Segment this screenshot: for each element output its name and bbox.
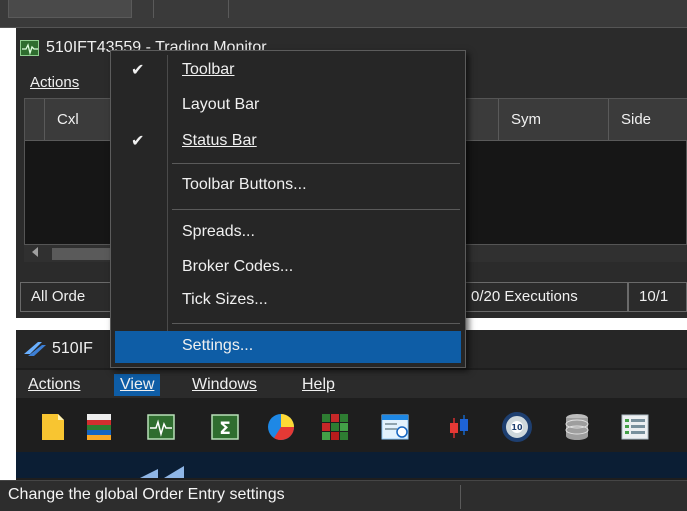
list-icon[interactable] <box>620 412 650 442</box>
menu-item-broker-codes[interactable]: Broker Codes... <box>115 252 461 284</box>
menu-actions-label: Actions <box>28 376 81 393</box>
order-entry-title: 510IF <box>52 340 93 357</box>
menu-item-toolbar[interactable]: ✔ Toolbar <box>115 55 461 87</box>
menu-windows[interactable]: Windows <box>186 374 263 396</box>
menu-help[interactable]: Help <box>296 374 341 396</box>
top-window-strip <box>0 0 687 28</box>
menu-item-toolbar-buttons[interactable]: Toolbar Buttons... <box>115 170 461 202</box>
menu-actions[interactable]: Actions <box>22 374 86 396</box>
check-icon: ✔ <box>131 62 145 79</box>
menu-item-label: Toolbar Buttons... <box>182 176 307 193</box>
check-icon: ✔ <box>131 133 145 150</box>
calendar-window-icon[interactable] <box>380 412 410 442</box>
top-strip-tab[interactable] <box>8 0 132 18</box>
menu-item-spreads[interactable]: Spreads... <box>115 217 461 249</box>
status-all-orders[interactable]: All Orde <box>20 282 112 312</box>
menu-help-label: Help <box>302 376 335 393</box>
scroll-left-arrow-icon[interactable] <box>32 247 38 257</box>
database-icon[interactable] <box>562 412 592 442</box>
menu-item-tick-sizes[interactable]: Tick Sizes... <box>115 285 461 317</box>
menu-item-label: Status Bar <box>182 132 257 149</box>
top-strip-tab[interactable] <box>153 0 229 18</box>
menu-separator <box>172 163 460 164</box>
menu-item-label: Broker Codes... <box>182 258 294 275</box>
new-document-icon[interactable] <box>38 412 68 442</box>
strip-marker-icon <box>140 466 184 478</box>
status-counter: 10/1 <box>628 282 687 312</box>
heatmap-icon[interactable] <box>320 412 350 442</box>
menu-item-label: Tick Sizes... <box>182 291 268 308</box>
menu-item-label: Layout Bar <box>182 96 260 113</box>
column-header-side[interactable]: Side <box>609 99 687 141</box>
order-entry-toolbar: Σ 10 <box>16 402 687 450</box>
menu-actions[interactable]: Actions <box>30 74 79 91</box>
menu-item-layout-bar[interactable]: Layout Bar <box>115 90 461 122</box>
menu-view[interactable]: View <box>114 374 161 396</box>
trading-monitor-icon <box>20 40 39 56</box>
order-entry-strip <box>16 452 687 478</box>
color-bars-icon[interactable] <box>84 412 114 442</box>
column-header-sym[interactable]: Sym <box>499 99 609 141</box>
pie-chart-icon[interactable] <box>266 412 296 442</box>
status-bar: Change the global Order Entry settings <box>0 480 687 511</box>
svg-text:10: 10 <box>511 423 523 432</box>
status-divider <box>460 485 461 509</box>
candlestick-icon[interactable] <box>444 412 474 442</box>
status-executions: 0/20 Executions <box>460 282 628 312</box>
status-message: Change the global Order Entry settings <box>8 486 285 503</box>
menu-item-label: Spreads... <box>182 223 255 240</box>
menu-separator <box>172 209 460 210</box>
menu-separator <box>172 323 460 324</box>
menu-item-label: Toolbar <box>182 61 235 78</box>
menu-windows-label: Windows <box>192 376 257 393</box>
menu-view-label: View <box>120 376 155 393</box>
menu-item-status-bar[interactable]: ✔ Status Bar <box>115 126 461 158</box>
menu-item-settings[interactable]: Settings... <box>115 331 461 363</box>
grid-row-header <box>25 99 45 141</box>
sigma-icon[interactable]: Σ <box>210 412 240 442</box>
order-entry-menubar: Actions View Windows Help <box>16 370 687 398</box>
monitor-chart-icon[interactable] <box>146 412 176 442</box>
order-entry-arrow-icon <box>24 340 48 362</box>
view-dropdown-menu: ✔ Toolbar Layout Bar ✔ Status Bar Toolba… <box>110 50 466 368</box>
menu-item-label: Settings... <box>182 337 254 354</box>
ten-ball-icon[interactable]: 10 <box>502 412 532 442</box>
svg-text:Σ: Σ <box>219 419 231 439</box>
